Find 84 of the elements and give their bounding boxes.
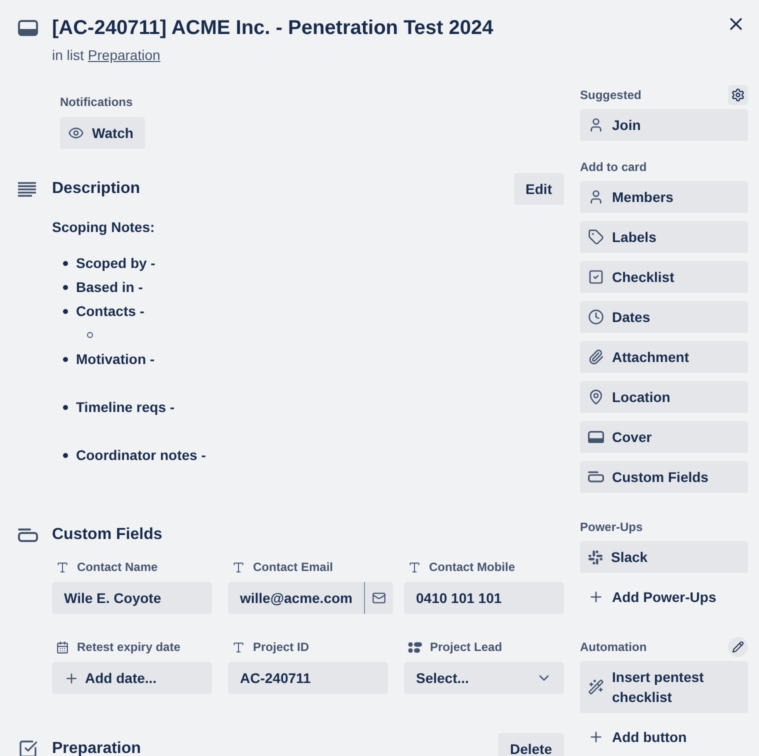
field-label: Project ID	[253, 639, 310, 655]
sidebar-button[interactable]: Insert pentest checklist	[580, 661, 748, 713]
sidebar-button[interactable]: Join	[580, 109, 748, 141]
list-item-text: Based in -	[76, 278, 143, 297]
description-lines-icon	[18, 182, 36, 196]
delete-button[interactable]: Delete	[498, 733, 564, 756]
list-link[interactable]: Preparation	[88, 45, 160, 65]
edit-button[interactable]: Edit	[514, 173, 564, 205]
person-icon	[588, 189, 604, 205]
sidebar-heading: Automation	[580, 639, 647, 655]
add-date-button[interactable]: Add date...	[52, 662, 212, 694]
pencil-icon	[732, 641, 744, 653]
hollow-bullet-icon	[87, 332, 93, 338]
add-button[interactable]: Add Power-Ups	[580, 581, 748, 613]
magic-wand-icon	[588, 679, 604, 695]
sidebar-button[interactable]: Dates	[580, 301, 748, 333]
text-field[interactable]: Wile E. Coyote	[52, 582, 212, 614]
checkbox-icon	[588, 269, 604, 285]
card-cover-icon	[588, 430, 604, 444]
list-item-text: Contacts -	[76, 302, 144, 321]
field-label: Contact Mobile	[429, 559, 515, 575]
sidebar-button[interactable]: Attachment	[580, 341, 748, 373]
bullet-icon	[63, 452, 68, 458]
sidebar-button[interactable]: Custom Fields	[580, 461, 748, 493]
field-label: Project Lead	[430, 639, 502, 655]
sidebar-button[interactable]: Checklist	[580, 261, 748, 293]
list-item-text: Motivation -	[76, 350, 155, 369]
field-label: Contact Email	[253, 559, 334, 575]
text-field[interactable]: 0410 101 101	[404, 582, 564, 614]
select-field[interactable]: Select...	[404, 662, 564, 694]
list-label: in list	[52, 46, 84, 65]
bullet-icon	[63, 308, 68, 314]
sidebar-heading: Power-Ups	[580, 519, 643, 535]
plus-icon	[588, 589, 604, 605]
text-type-icon	[232, 560, 245, 574]
sidebar-button[interactable]: Members	[580, 181, 748, 213]
text-field[interactable]: AC-240711	[228, 662, 388, 694]
plus-icon	[64, 670, 79, 686]
settings-icon	[731, 88, 745, 102]
card-title: [AC-240711] ACME Inc. - Penetration Test 2024	[52, 16, 494, 40]
field-label: Contact Name	[77, 559, 158, 575]
settings-button[interactable]	[728, 85, 748, 105]
send-email-button[interactable]	[365, 582, 394, 614]
list-item-text: Coordinator notes -	[76, 446, 206, 465]
plus-icon	[588, 729, 604, 745]
sidebar-heading: Add to card	[580, 159, 647, 175]
text-type-icon	[232, 640, 245, 654]
sidebar-heading: Suggested	[580, 87, 642, 103]
section-title: Preparation	[52, 739, 142, 756]
fields-icon	[18, 528, 38, 542]
fields-icon	[588, 471, 604, 483]
edit-pencil-button[interactable]	[728, 637, 748, 657]
notes-title: Scoping Notes:	[52, 218, 156, 237]
sidebar-button[interactable]: Slack	[580, 541, 748, 573]
mail-icon	[372, 591, 386, 605]
calendar-icon	[56, 640, 69, 654]
paperclip-icon	[588, 349, 604, 365]
section-title: Custom Fields	[52, 525, 164, 545]
bullet-icon	[63, 260, 68, 266]
option-list-icon	[408, 642, 422, 652]
text-type-icon	[408, 560, 421, 574]
sidebar-button[interactable]: Cover	[580, 421, 748, 453]
add-button[interactable]: Add button	[580, 721, 748, 753]
field-label: Retest expiry date	[77, 639, 180, 655]
list-item-text: Timeline reqs -	[76, 398, 175, 417]
sidebar-button[interactable]: Labels	[580, 221, 748, 253]
watch-button[interactable]: Watch	[60, 117, 146, 149]
list-item-text: Scoped by -	[76, 254, 156, 273]
eye-icon	[68, 125, 84, 141]
sidebar-button[interactable]: Location	[580, 381, 748, 413]
person-icon	[588, 117, 604, 133]
bullet-icon	[63, 404, 68, 410]
notifications-label: Notifications	[60, 94, 134, 110]
checked-square-icon	[18, 739, 38, 756]
email-field[interactable]: wille@acme.com	[228, 582, 364, 614]
tag-icon	[588, 229, 604, 245]
text-type-icon	[56, 560, 69, 574]
bullet-icon	[63, 284, 68, 290]
section-title: Description	[52, 179, 142, 199]
map-pin-icon	[588, 389, 604, 405]
clock-icon	[588, 309, 604, 325]
card-icon	[18, 20, 38, 36]
bullet-icon	[63, 356, 68, 362]
slack-icon	[588, 550, 603, 564]
